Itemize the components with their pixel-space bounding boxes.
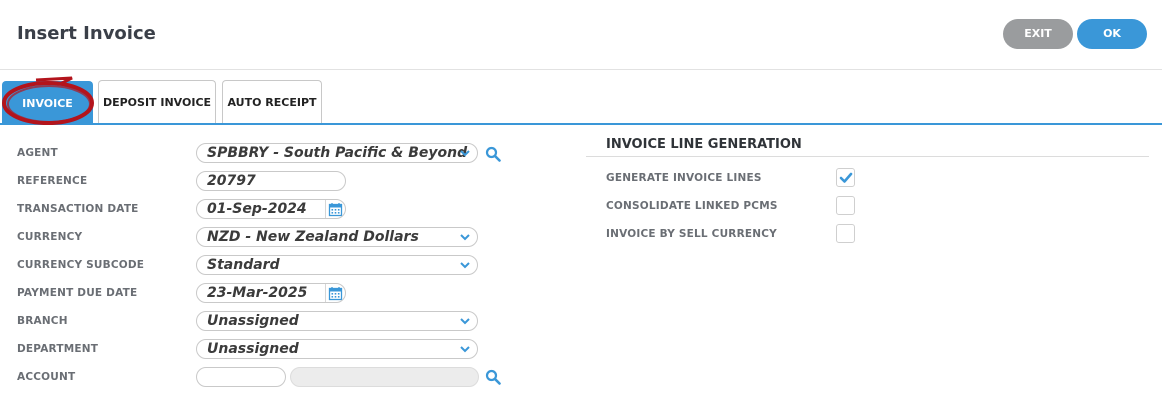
invoice-by-sell-currency-label: INVOICE BY SELL CURRENCY bbox=[606, 228, 777, 240]
reference-input[interactable]: 20797 bbox=[196, 171, 346, 191]
calendar-icon[interactable] bbox=[328, 202, 343, 217]
department-select[interactable]: Unassigned bbox=[196, 339, 478, 359]
department-value: Unassigned bbox=[207, 341, 299, 357]
generate-invoice-lines-checkbox[interactable] bbox=[836, 168, 855, 187]
transaction-date-input[interactable]: 01-Sep-2024 bbox=[196, 199, 346, 219]
branch-select[interactable]: Unassigned bbox=[196, 311, 478, 331]
consolidate-linked-pcms-label: CONSOLIDATE LINKED PCMS bbox=[606, 200, 778, 212]
currency-label: CURRENCY bbox=[17, 231, 83, 243]
consolidate-linked-pcms-checkbox[interactable] bbox=[836, 196, 855, 215]
department-label: DEPARTMENT bbox=[17, 343, 99, 355]
agent-value: SPBBRY - South Pacific & Beyond bbox=[207, 145, 468, 161]
reference-label: REFERENCE bbox=[17, 175, 88, 187]
agent-select[interactable]: SPBBRY - South Pacific & Beyond bbox=[196, 143, 478, 163]
tab-bar: INVOICE DEPOSIT INVOICE AUTO RECEIPT bbox=[0, 80, 1162, 125]
tab-auto-receipt[interactable]: AUTO RECEIPT bbox=[222, 80, 322, 123]
agent-label: AGENT bbox=[17, 147, 58, 159]
divider bbox=[325, 284, 326, 302]
invoice-by-sell-currency-checkbox[interactable] bbox=[836, 224, 855, 243]
currency-subcode-label: CURRENCY SUBCODE bbox=[17, 259, 145, 271]
calendar-icon[interactable] bbox=[328, 286, 343, 301]
account-name-field bbox=[290, 367, 479, 387]
tab-deposit-invoice[interactable]: DEPOSIT INVOICE bbox=[98, 80, 216, 123]
page-header: Insert Invoice EXIT OK bbox=[0, 0, 1162, 70]
check-icon bbox=[839, 172, 853, 183]
exit-button[interactable]: EXIT bbox=[1003, 19, 1073, 49]
currency-subcode-value: Standard bbox=[207, 257, 280, 273]
transaction-date-label: TRANSACTION DATE bbox=[17, 203, 139, 215]
payment-due-date-value: 23-Mar-2025 bbox=[207, 285, 308, 301]
chevron-down-icon bbox=[460, 346, 470, 353]
chevron-down-icon bbox=[460, 234, 470, 241]
payment-due-date-input[interactable]: 23-Mar-2025 bbox=[196, 283, 346, 303]
payment-due-date-label: PAYMENT DUE DATE bbox=[17, 287, 138, 299]
currency-value: NZD - New Zealand Dollars bbox=[207, 229, 419, 245]
divider bbox=[586, 156, 1149, 157]
currency-subcode-select[interactable]: Standard bbox=[196, 255, 478, 275]
page-title: Insert Invoice bbox=[17, 23, 156, 44]
chevron-down-icon bbox=[460, 318, 470, 325]
branch-value: Unassigned bbox=[207, 313, 299, 329]
search-icon[interactable] bbox=[485, 146, 501, 162]
tab-invoice[interactable]: INVOICE bbox=[2, 81, 93, 124]
section-title: INVOICE LINE GENERATION bbox=[606, 137, 802, 152]
currency-select[interactable]: NZD - New Zealand Dollars bbox=[196, 227, 478, 247]
divider bbox=[325, 200, 326, 218]
search-icon[interactable] bbox=[485, 369, 501, 385]
generate-invoice-lines-label: GENERATE INVOICE LINES bbox=[606, 172, 762, 184]
branch-label: BRANCH bbox=[17, 315, 68, 327]
chevron-down-icon bbox=[460, 262, 470, 269]
ok-button[interactable]: OK bbox=[1077, 19, 1147, 49]
account-code-input[interactable] bbox=[196, 367, 286, 387]
chevron-down-icon bbox=[460, 150, 470, 157]
account-label: ACCOUNT bbox=[17, 371, 76, 383]
transaction-date-value: 01-Sep-2024 bbox=[207, 201, 307, 217]
